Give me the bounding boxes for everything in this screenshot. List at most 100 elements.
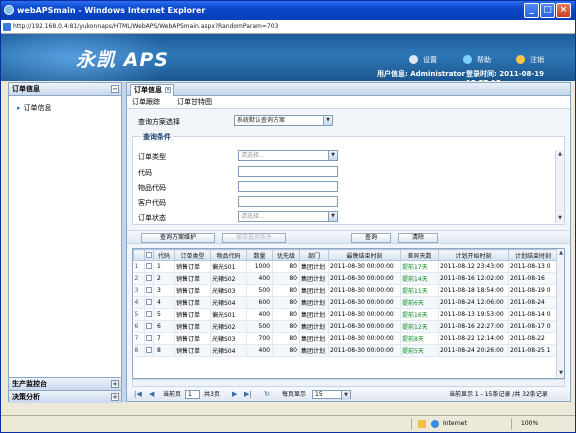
row-checkbox[interactable]	[146, 263, 152, 269]
query-scheme-maintain-button[interactable]: 查询方案维护	[141, 233, 215, 243]
row-checkbox[interactable]	[146, 347, 152, 353]
sidebar-panel-monitor[interactable]: 生产监控台 +	[9, 377, 121, 390]
column-header[interactable]: 数量	[246, 249, 273, 261]
close-tab-icon[interactable]: ×	[165, 87, 171, 93]
close-button[interactable]: ×	[556, 3, 571, 18]
refresh-icon[interactable]: ↻	[264, 388, 270, 401]
column-header[interactable]: 计划开始时刻	[438, 249, 509, 261]
row-checkbox[interactable]	[146, 299, 152, 305]
nav-order-gantt[interactable]: 订单甘特图	[177, 96, 212, 109]
column-header[interactable]: 订单类型	[174, 249, 211, 261]
table-cell: 集团计划	[299, 332, 329, 345]
table-row[interactable]: 3 3 销售订单 光辕S03 500 80 集团计划 2011-08-30 00:00:00 提…	[133, 284, 564, 297]
expand-icon[interactable]: +	[111, 380, 119, 388]
scroll-up-icon[interactable]: ▲	[557, 249, 564, 258]
first-page-icon[interactable]: |◀	[134, 388, 142, 401]
table-cell: 2011-08-22	[508, 332, 558, 345]
row-checkbox[interactable]	[146, 275, 152, 281]
table-row[interactable]: 5 5 销售订单 偏光S01 400 80 集团计划 2011-08-30 00:00:00 提…	[133, 308, 564, 321]
table-cell: 提前6天	[400, 296, 439, 309]
table-hscrollbar[interactable]	[132, 379, 565, 387]
table-cell: 光辕S04	[210, 296, 247, 309]
order-type-select[interactable]: 请选择... ▼	[238, 150, 338, 161]
chevron-down-icon: ▼	[328, 212, 337, 221]
table-cell: 偏光S01	[210, 308, 247, 321]
settings-link[interactable]: 设置	[409, 55, 437, 65]
orders-table: 代码 订单类型 物品代码 数量 优先级 部门 最晚结束时刻 差异天数 计划开始时刻 计划结束时刻 …	[132, 248, 565, 379]
table-cell: 2	[133, 272, 145, 285]
table-cell: 2011-08-30 00:00:00	[328, 296, 401, 309]
table-row[interactable]: 2 2 销售订单 光辕S02 400 80 集团计划 2011-08-30 00:00:00 提…	[133, 272, 564, 285]
customer-code-input[interactable]	[238, 196, 338, 207]
query-scheme-select[interactable]: 系统默认查询方案 ▼	[234, 115, 333, 126]
status-bar: Internet 100%	[1, 415, 575, 432]
row-checkbox[interactable]	[146, 323, 152, 329]
sidebar-header[interactable]: 订单信息 −	[9, 83, 121, 96]
lock-icon	[418, 420, 426, 428]
column-header[interactable]: 物品代码	[210, 249, 247, 261]
table-cell: 集团计划	[299, 320, 329, 333]
table-cell: 光辕S04	[210, 344, 247, 357]
collapse-icon[interactable]: −	[111, 85, 119, 93]
minimize-button[interactable]: _	[524, 3, 539, 18]
row-checkbox[interactable]	[146, 311, 152, 317]
column-header[interactable]: 部门	[299, 249, 329, 261]
next-page-icon[interactable]: ▶	[232, 388, 237, 401]
page-size-select[interactable]: 15 ▼	[312, 390, 351, 400]
save-conditions-button[interactable]: 保存查询条件	[222, 233, 286, 243]
table-cell: 2011-08-30 00:00:00	[328, 332, 401, 345]
clear-button[interactable]: 清除	[398, 233, 438, 243]
scroll-up-icon[interactable]: ▲	[556, 150, 564, 159]
column-header[interactable]: 代码	[153, 249, 175, 261]
sidebar-item-orders[interactable]: ▸ 订单信息	[17, 103, 52, 113]
table-cell: 光辕S02	[210, 272, 247, 285]
table-row[interactable]: 8 8 销售订单 光辕S04 400 80 集团计划 2011-08-30 00:00:00 提…	[133, 344, 564, 357]
last-page-icon[interactable]: ▶|	[244, 388, 252, 401]
expand-icon[interactable]: +	[111, 393, 119, 401]
scroll-down-icon[interactable]: ▼	[556, 214, 564, 223]
conditions-scrollbar[interactable]: ▲ ▼	[555, 150, 564, 223]
address-bar[interactable]: http://192.168.0.4:81/yukonnaps/HTML/Web…	[1, 20, 575, 34]
query-button[interactable]: 查询	[351, 233, 391, 243]
table-cell: 提前8天	[400, 332, 439, 345]
table-cell: 2011-08-16 12:02:00	[438, 272, 509, 285]
table-cell	[144, 296, 154, 309]
table-row[interactable]: 4 4 销售订单 光辕S04 600 80 集团计划 2011-08-30 00:00:00 提…	[133, 296, 564, 309]
item-code-input[interactable]	[238, 181, 338, 192]
table-cell: 2011-08-30 00:00:00	[328, 308, 401, 321]
help-link[interactable]: 帮助	[463, 55, 491, 65]
select-all-checkbox[interactable]	[146, 251, 152, 258]
column-header[interactable]: 优先级	[272, 249, 300, 261]
zoom-level[interactable]: 100%	[521, 416, 538, 432]
column-header[interactable]: 计划结束时刻	[508, 249, 558, 261]
scroll-down-icon[interactable]: ▼	[557, 369, 564, 378]
table-row[interactable]: 1 1 销售订单 偏光S01 1000 80 集团计划 2011-08-30 00:00:00…	[133, 260, 564, 273]
column-header[interactable]	[133, 249, 145, 261]
table-row[interactable]: 6 6 销售订单 光辕S02 500 80 集团计划 2011-08-30 00:00:00 提…	[133, 320, 564, 333]
maximize-button[interactable]: □	[540, 3, 555, 18]
page-input[interactable]: 1	[185, 390, 200, 399]
chevron-down-icon: ▼	[328, 151, 337, 160]
order-status-label: 订单状态	[138, 214, 166, 222]
row-checkbox[interactable]	[146, 287, 152, 293]
table-cell: 6	[153, 320, 175, 333]
column-header[interactable]: 差异天数	[400, 249, 439, 261]
column-header[interactable]	[144, 249, 154, 261]
table-cell: 6	[133, 320, 145, 333]
row-checkbox[interactable]	[146, 335, 152, 341]
order-status-select[interactable]: 请选择... ▼	[238, 211, 338, 222]
table-scrollbar[interactable]: ▲ ▼	[556, 249, 564, 378]
nav-order-tracking[interactable]: 订单跟踪	[132, 96, 160, 109]
sidebar-panel-analysis[interactable]: 决策分析 +	[9, 390, 121, 403]
tab-orders[interactable]: 订单信息 ×	[130, 84, 174, 96]
table-cell: 400	[246, 308, 273, 321]
column-header[interactable]: 最晚结束时刻	[328, 249, 401, 261]
table-cell: 光辕S03	[210, 332, 247, 345]
code-input[interactable]	[238, 166, 338, 177]
table-cell: 80	[272, 332, 300, 345]
sub-navigation: 订单跟踪 订单甘特图	[127, 96, 570, 109]
table-cell: 集团计划	[299, 344, 329, 357]
prev-page-icon[interactable]: ◀	[149, 388, 154, 401]
logout-link[interactable]: 注销	[516, 55, 544, 65]
table-row[interactable]: 7 7 销售订单 光辕S03 700 80 集团计划 2011-08-30 00:00:00 提…	[133, 332, 564, 345]
